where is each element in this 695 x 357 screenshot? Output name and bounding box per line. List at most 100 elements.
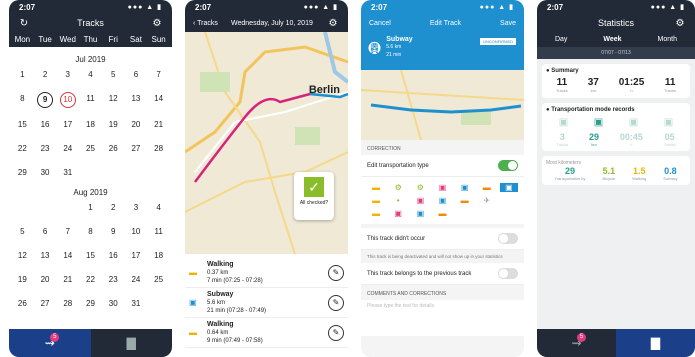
day-cell[interactable]: 12 xyxy=(11,249,34,263)
cancel-button[interactable]: Cancel xyxy=(369,20,391,27)
day-cell[interactable]: 9 xyxy=(34,92,57,108)
gear-icon[interactable]: ⚙ xyxy=(673,18,687,29)
list-item[interactable]: ▣ Subway 5.6 km 21 min (07:28 - 07:49) ✎ xyxy=(185,288,348,318)
day-cell[interactable]: 22 xyxy=(11,142,34,156)
day-cell[interactable]: 8 xyxy=(11,92,34,108)
gear-icon[interactable]: ⚙ xyxy=(150,18,164,29)
train-icon[interactable]: ▣ xyxy=(389,209,407,218)
didnt-occur-toggle[interactable] xyxy=(498,233,518,244)
day-cell[interactable]: 2 xyxy=(34,68,57,82)
day-cell[interactable]: 18 xyxy=(147,249,170,263)
train-icon[interactable]: ▣ xyxy=(594,117,603,128)
track-map[interactable] xyxy=(361,70,524,140)
day-cell[interactable]: 5 xyxy=(11,225,34,239)
pencil-icon[interactable]: ✎ xyxy=(328,294,344,311)
train-icon[interactable]: ▣ xyxy=(433,196,451,205)
map-view[interactable]: Berlin ✓ All checked? xyxy=(185,32,348,254)
list-item[interactable]: ▬ Walking 0.64 km 9 min (07:49 - 07:58) ✎ xyxy=(185,318,348,348)
tab-day[interactable]: Day xyxy=(555,36,567,43)
day-cell[interactable]: 25 xyxy=(79,142,102,156)
day-cell[interactable]: 3 xyxy=(125,201,148,215)
day-cell[interactable]: 1 xyxy=(79,201,102,215)
day-cell[interactable]: 13 xyxy=(34,249,57,263)
day-cell[interactable]: 17 xyxy=(125,249,148,263)
bike-icon[interactable]: ⚙ xyxy=(411,183,429,192)
day-cell[interactable]: 16 xyxy=(102,249,125,263)
edit-type-toggle[interactable] xyxy=(498,160,518,171)
day-cell[interactable]: 23 xyxy=(102,273,125,287)
day-cell[interactable]: 16 xyxy=(34,118,57,132)
belongs-prev-toggle[interactable] xyxy=(498,268,518,279)
day-cell[interactable]: 19 xyxy=(11,273,34,287)
day-cell[interactable]: 15 xyxy=(11,118,34,132)
day-cell[interactable]: 14 xyxy=(147,92,170,108)
car-icon[interactable]: ▬ xyxy=(367,183,385,192)
bus-icon[interactable]: ▣ xyxy=(664,117,673,128)
day-cell[interactable]: 30 xyxy=(102,297,125,311)
save-button[interactable]: Save xyxy=(500,20,516,27)
day-cell[interactable]: 19 xyxy=(102,118,125,132)
boat-icon[interactable]: ▬ xyxy=(367,209,385,218)
day-cell[interactable]: 6 xyxy=(34,225,57,239)
day-cell[interactable]: 14 xyxy=(56,249,79,263)
plane-icon[interactable]: ✈︎ xyxy=(478,196,496,205)
day-cell[interactable]: 25 xyxy=(147,273,170,287)
day-cell[interactable]: 7 xyxy=(56,225,79,239)
tab-week[interactable]: Week xyxy=(603,36,621,43)
list-item[interactable]: ▬ Walking 0.37 km 7 min (07:25 - 07:28) ✎ xyxy=(185,258,348,288)
day-cell[interactable]: 11 xyxy=(147,225,170,239)
day-cell[interactable]: 5 xyxy=(102,68,125,82)
day-cell[interactable]: 31 xyxy=(125,297,148,311)
gear-icon[interactable]: ⚙ xyxy=(326,18,340,29)
day-cell[interactable]: 28 xyxy=(147,142,170,156)
tab-statistics[interactable]: ▇ xyxy=(90,329,172,357)
day-cell[interactable]: 29 xyxy=(11,166,34,180)
subway-icon[interactable]: ▣ xyxy=(559,117,568,128)
subway-icon[interactable]: ▣ xyxy=(499,183,518,192)
day-cell[interactable]: 18 xyxy=(79,118,102,132)
car-icon[interactable]: ▬ xyxy=(433,209,451,218)
pencil-icon[interactable]: ✎ xyxy=(328,324,344,341)
pencil-icon[interactable]: ✎ xyxy=(328,264,344,281)
back-button[interactable]: ‹ Tracks xyxy=(193,20,218,27)
tram-icon[interactable]: ▣ xyxy=(456,183,474,192)
walk-icon[interactable]: • xyxy=(389,196,407,205)
day-cell[interactable]: 24 xyxy=(125,273,148,287)
car-icon[interactable]: ▬ xyxy=(478,183,496,192)
day-cell[interactable]: 10 xyxy=(56,92,79,108)
train-icon[interactable]: ▣ xyxy=(411,196,429,205)
day-cell[interactable]: 10 xyxy=(125,225,148,239)
refresh-icon[interactable]: ↻ xyxy=(17,18,31,29)
tram-icon[interactable]: ▣ xyxy=(629,117,638,128)
day-cell[interactable]: 23 xyxy=(34,142,57,156)
tab-month[interactable]: Month xyxy=(658,36,677,43)
day-cell[interactable]: 30 xyxy=(34,166,57,180)
train-icon[interactable]: ▣ xyxy=(411,209,429,218)
day-cell[interactable]: 21 xyxy=(56,273,79,287)
day-cell[interactable]: 20 xyxy=(125,118,148,132)
tab-statistics[interactable]: ▇ xyxy=(616,329,695,357)
day-cell[interactable]: 7 xyxy=(147,68,170,82)
day-cell[interactable]: 9 xyxy=(102,225,125,239)
day-cell[interactable]: 15 xyxy=(79,249,102,263)
day-cell[interactable]: 31 xyxy=(56,166,79,180)
day-cell[interactable]: 26 xyxy=(11,297,34,311)
comment-input[interactable]: Please type the text for details xyxy=(361,300,524,336)
day-cell[interactable]: 17 xyxy=(56,118,79,132)
day-cell[interactable]: 4 xyxy=(147,201,170,215)
day-cell[interactable]: 26 xyxy=(102,142,125,156)
bike-icon[interactable]: ⚙ xyxy=(389,183,407,192)
tab-tracks[interactable]: ⇝ 5 xyxy=(9,329,91,357)
day-cell[interactable]: 13 xyxy=(125,92,148,108)
day-cell[interactable]: 2 xyxy=(102,201,125,215)
day-cell[interactable]: 8 xyxy=(79,225,102,239)
day-cell[interactable]: 1 xyxy=(11,68,34,82)
day-cell[interactable]: 6 xyxy=(125,68,148,82)
all-checked-button[interactable]: ✓ All checked? xyxy=(294,172,334,220)
car-icon[interactable]: ▬ xyxy=(367,196,385,205)
day-cell[interactable]: 27 xyxy=(34,297,57,311)
day-cell[interactable]: 28 xyxy=(56,297,79,311)
bus-icon[interactable]: ▬ xyxy=(456,196,474,205)
day-cell[interactable]: 11 xyxy=(79,92,102,108)
day-cell[interactable]: 4 xyxy=(79,68,102,82)
